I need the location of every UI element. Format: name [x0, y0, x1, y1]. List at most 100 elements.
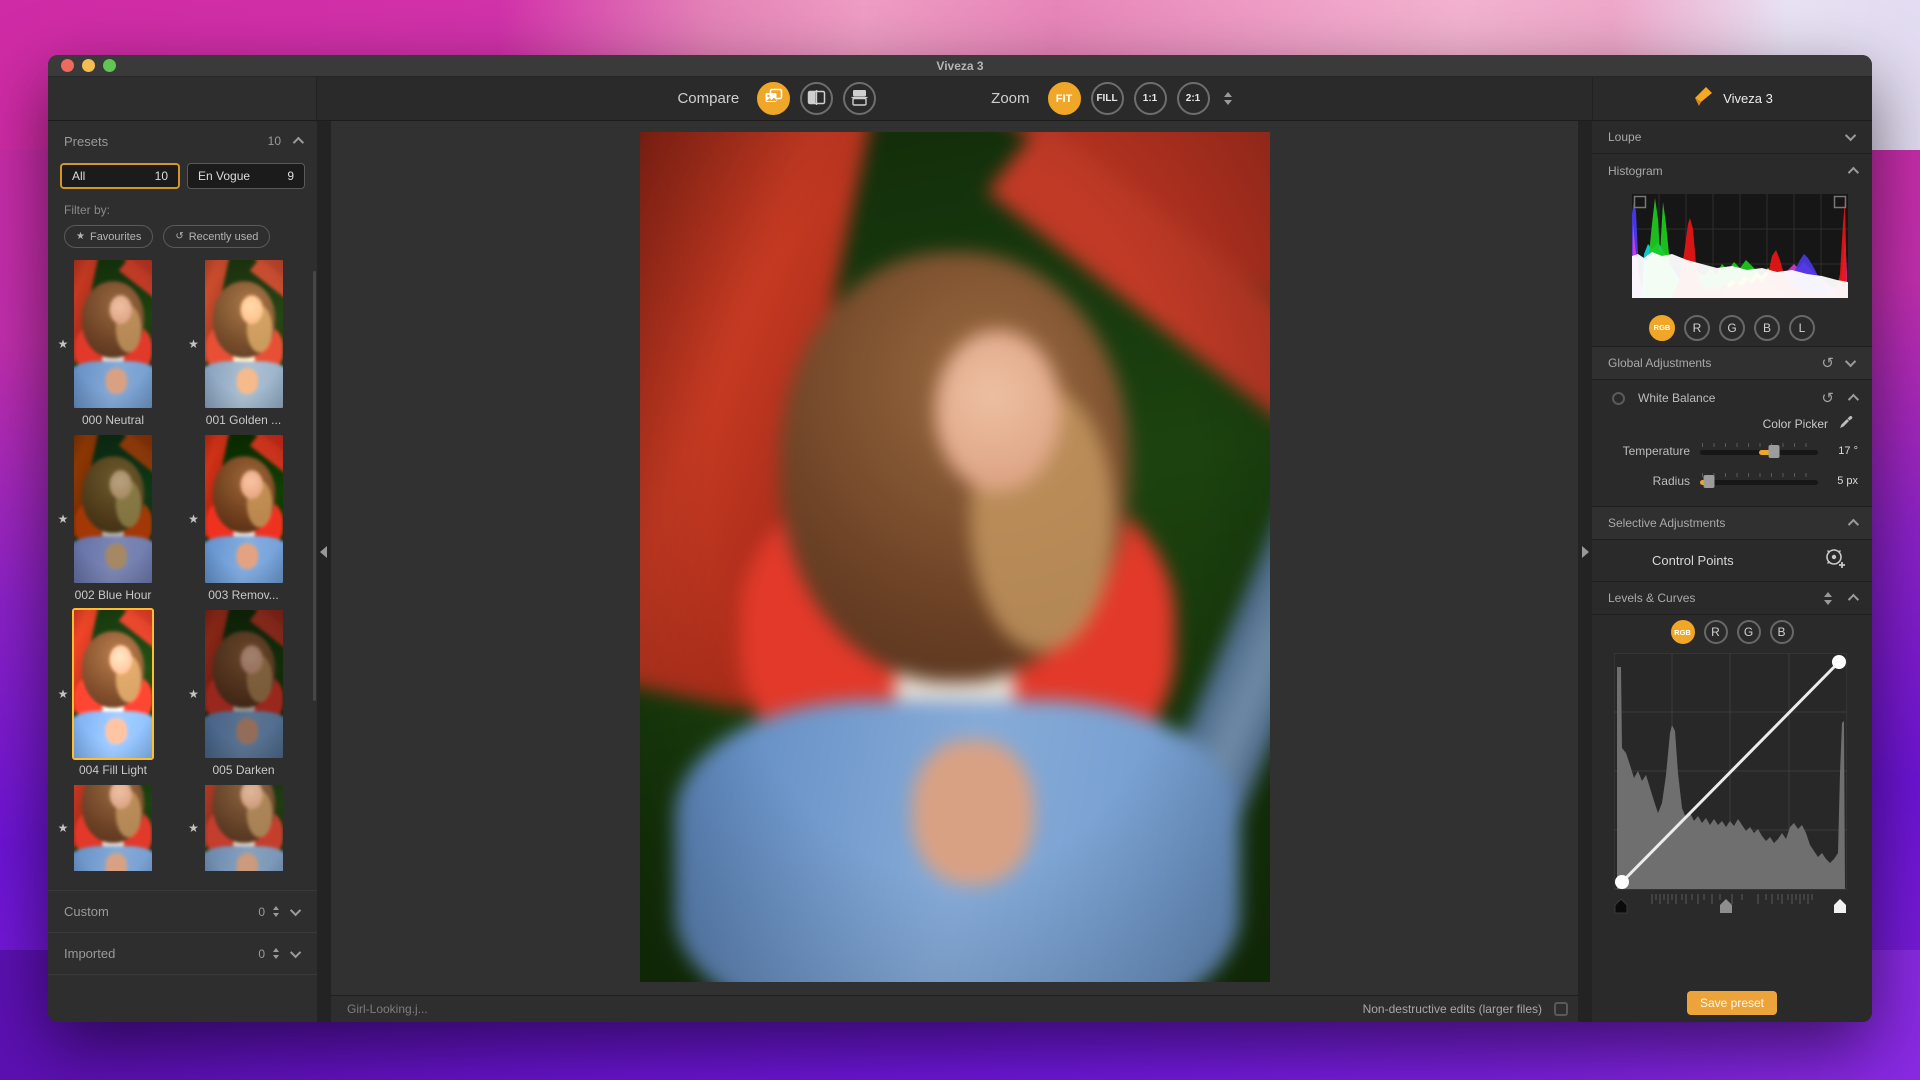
favourite-star-icon[interactable]: ★	[183, 337, 205, 351]
recently-used-label: Recently used	[188, 230, 259, 243]
edited-photo[interactable]	[639, 132, 1270, 982]
sidebar-scrollbar[interactable]	[313, 271, 316, 701]
hist-channel-r[interactable]: R	[1684, 314, 1710, 341]
zoom-1-1-button[interactable]: 1:1	[1133, 82, 1167, 115]
reset-icon[interactable]: ↺	[1821, 389, 1834, 407]
zoom-2-1-button[interactable]: 2:1	[1176, 82, 1210, 115]
compare-split-vertical-button[interactable]	[800, 82, 834, 115]
preset-thumbnail[interactable]	[74, 785, 152, 871]
photo-artwork	[639, 132, 1270, 982]
tab-all[interactable]: All 10	[60, 163, 180, 189]
chevron-up-icon[interactable]	[1847, 166, 1860, 178]
hist-channel-b[interactable]: B	[1754, 314, 1780, 341]
chevron-up-icon[interactable]	[1847, 393, 1860, 406]
tone-curve-display[interactable]	[1613, 652, 1856, 920]
nondestructive-checkbox[interactable]	[1554, 1002, 1568, 1016]
curve-channel-b[interactable]: B	[1769, 620, 1794, 644]
selective-adjustments-header[interactable]: Selective Adjustments	[1592, 507, 1872, 540]
preset-item[interactable]: ★ 001 Golden ...	[183, 260, 314, 427]
add-control-point-icon[interactable]	[1822, 545, 1848, 576]
sidebar-collapse-strip[interactable]	[317, 121, 331, 1022]
global-adjustments-header[interactable]: Global Adjustments ↺	[1592, 347, 1872, 380]
preset-item-selected[interactable]: ★ 004 Fill Light	[52, 608, 183, 777]
levels-stepper-icon[interactable]	[1824, 591, 1832, 605]
chevron-up-icon[interactable]	[1847, 518, 1860, 531]
radius-value: 5 px	[1837, 475, 1858, 487]
imported-stepper-icon[interactable]	[273, 948, 279, 959]
levels-curves-label: Levels & Curves	[1608, 591, 1696, 605]
favourite-star-icon[interactable]: ★	[183, 821, 205, 835]
preset-thumbnail[interactable]	[204, 435, 283, 583]
zoom-fill-button[interactable]: FILL	[1090, 82, 1124, 115]
white-balance-header[interactable]: White Balance ↺	[1592, 384, 1872, 412]
preset-item[interactable]: ★ 005 Darken	[183, 610, 314, 777]
curve-white-point[interactable]	[1832, 655, 1846, 669]
preset-item[interactable]: ★ 000 Neutral	[52, 260, 183, 427]
chevron-down-icon[interactable]	[1844, 355, 1857, 368]
favourite-star-icon[interactable]: ★	[52, 687, 74, 701]
zoom-fit-button[interactable]: FIT	[1047, 82, 1081, 115]
recently-used-filter-button[interactable]: ↺ Recently used	[163, 225, 271, 248]
curve-channel-g[interactable]: G	[1736, 620, 1761, 644]
histogram-section-header[interactable]: Histogram	[1592, 154, 1872, 187]
favourites-filter-button[interactable]: ★ Favourites	[64, 225, 154, 248]
custom-section-header[interactable]: Custom 0	[48, 890, 317, 932]
preset-thumbnail[interactable]	[204, 610, 283, 758]
save-preset-row: Save preset	[1592, 991, 1872, 1022]
chevron-down-icon[interactable]	[289, 946, 302, 958]
curve-channel-rgb[interactable]: RGB	[1670, 620, 1695, 644]
reset-icon[interactable]: ↺	[1821, 354, 1834, 372]
hist-channel-l[interactable]: L	[1789, 314, 1815, 341]
chevron-down-icon[interactable]	[289, 904, 302, 916]
filter-pills: ★ Favourites ↺ Recently used	[64, 225, 317, 248]
imported-section-header[interactable]: Imported 0	[48, 932, 317, 974]
favourite-star-icon[interactable]: ★	[52, 821, 74, 835]
favourite-star-icon[interactable]: ★	[52, 512, 74, 526]
preset-item[interactable]: ★	[52, 785, 183, 871]
selective-adjustments-label: Selective Adjustments	[1608, 516, 1726, 530]
mid-level-handle[interactable]	[1720, 899, 1732, 913]
preset-item[interactable]: ★ 002 Blue Hour	[52, 435, 183, 602]
save-preset-button[interactable]: Save preset	[1686, 991, 1778, 1015]
image-canvas: Girl-Looking.j... Non-destructive edits …	[331, 121, 1578, 1022]
compare-single-button[interactable]	[757, 82, 791, 115]
white-balance-checkbox[interactable]	[1612, 392, 1625, 405]
radius-slider[interactable]	[1700, 473, 1818, 489]
chevron-up-icon[interactable]	[292, 136, 305, 149]
hist-channel-rgb[interactable]: RGB	[1649, 314, 1675, 341]
panel-collapse-strip[interactable]	[1578, 121, 1592, 1022]
compare-split-horizontal-button[interactable]	[843, 82, 877, 115]
white-level-handle[interactable]	[1834, 899, 1846, 913]
loupe-section-header[interactable]: Loupe	[1592, 121, 1872, 154]
preset-item[interactable]: ★ 003 Remov...	[183, 435, 314, 602]
favourite-star-icon[interactable]: ★	[183, 687, 205, 701]
window-title: Viveza 3	[936, 58, 984, 73]
zoom-stepper-icon[interactable]	[1223, 92, 1232, 105]
preset-item[interactable]: ★	[183, 785, 314, 871]
chevron-up-icon[interactable]	[1847, 593, 1860, 606]
favourite-star-icon[interactable]: ★	[183, 512, 205, 526]
temperature-slider-handle[interactable]	[1768, 445, 1780, 458]
white-balance-section: White Balance ↺ Color Picker Temperature	[1592, 380, 1872, 507]
collapse-left-icon[interactable]	[320, 546, 327, 558]
hist-channel-g[interactable]: G	[1719, 314, 1745, 341]
radius-row: Radius 5 px	[1592, 466, 1872, 496]
custom-stepper-icon[interactable]	[273, 906, 279, 917]
preset-thumbnail-selected[interactable]	[72, 608, 154, 760]
preset-thumbnail[interactable]	[74, 260, 152, 408]
temperature-value: 17 °	[1838, 445, 1858, 457]
favourite-star-icon[interactable]: ★	[52, 337, 74, 351]
curve-black-point[interactable]	[1615, 875, 1629, 889]
preset-thumbnail[interactable]	[74, 435, 152, 583]
temperature-slider[interactable]	[1700, 443, 1818, 459]
preset-thumbnail[interactable]	[204, 260, 283, 408]
preset-thumbnail[interactable]	[204, 785, 283, 871]
eyedropper-icon[interactable]	[1838, 414, 1854, 435]
black-level-handle[interactable]	[1614, 898, 1628, 914]
tab-en-vogue[interactable]: En Vogue 9	[187, 163, 305, 189]
levels-curves-header[interactable]: Levels & Curves	[1592, 582, 1872, 615]
collapse-right-icon[interactable]	[1582, 546, 1589, 558]
curve-channel-r[interactable]: R	[1703, 620, 1728, 644]
presets-header[interactable]: Presets 10	[48, 121, 317, 161]
radius-slider-handle[interactable]	[1703, 475, 1715, 488]
